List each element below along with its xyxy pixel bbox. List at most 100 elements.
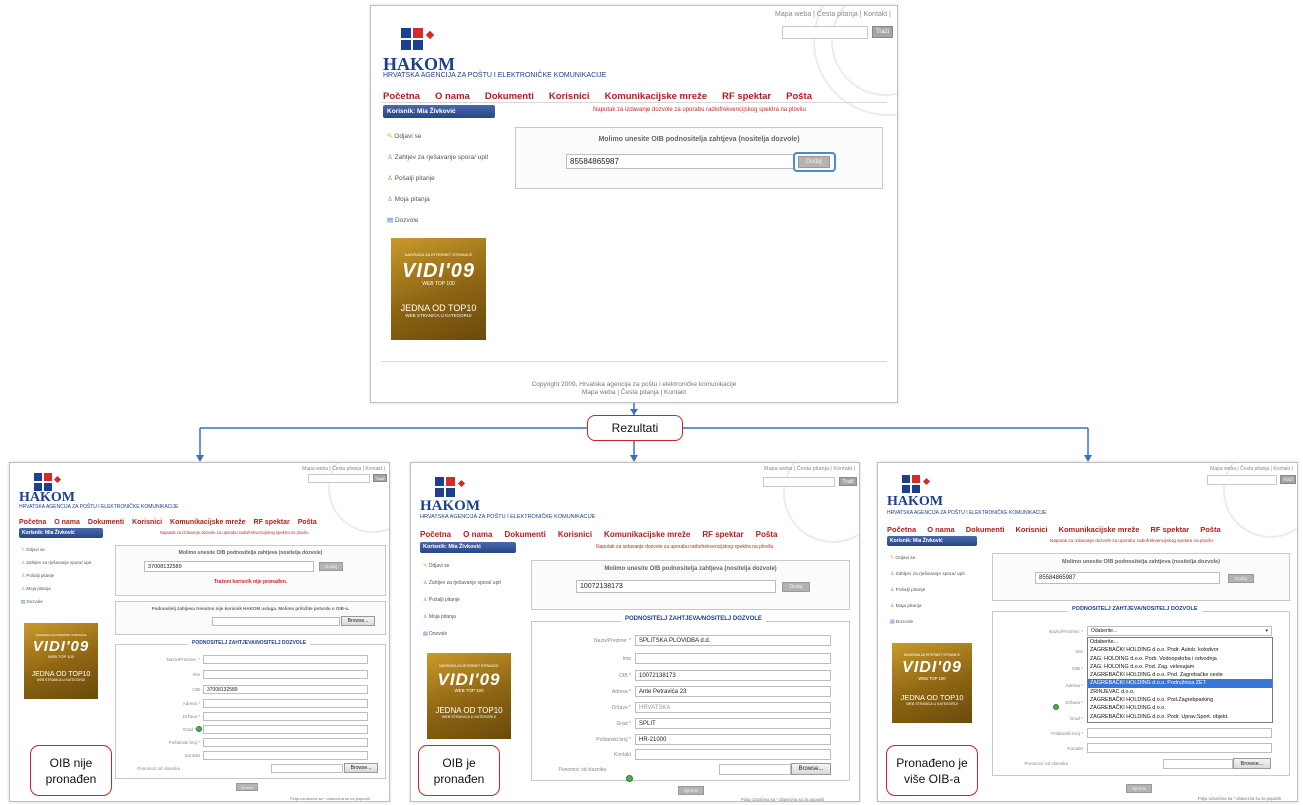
- sidebar-item-posalji[interactable]: ♙ Pošalji pitanje: [387, 168, 488, 189]
- nav-item-korisnici[interactable]: Korisnici: [558, 530, 592, 539]
- browse-button[interactable]: Browse...: [791, 763, 831, 775]
- oib-input[interactable]: 85584865987: [566, 154, 794, 169]
- contact-field[interactable]: [1087, 743, 1272, 753]
- nav-item-komunikacijske-mreze[interactable]: Komunikacijske mreže: [605, 91, 707, 102]
- nav-item-pocetna[interactable]: Početna: [887, 525, 916, 534]
- dropdown-option[interactable]: ZAG. HOLDING d.o.o. Podr. Vodoopskrba i …: [1088, 655, 1272, 663]
- oib-input[interactable]: 37008132589: [144, 561, 314, 572]
- address-field[interactable]: Ante Petravića 23: [635, 686, 831, 697]
- nav-item-dokumenti[interactable]: Dokumenti: [504, 530, 545, 539]
- nav-item-posta[interactable]: Pošta: [756, 530, 778, 539]
- oib-input[interactable]: 85584865987: [1035, 572, 1220, 584]
- nav-item-posta[interactable]: Pošta: [1200, 525, 1220, 534]
- nav-item-dokumenti[interactable]: Dokumenti: [485, 91, 534, 102]
- notice-link[interactable]: Naputak za izdavanje dozvole za uporabu …: [593, 107, 806, 113]
- sidebar-item-dozvole[interactable]: ▤ Dozvole: [387, 210, 488, 231]
- dropdown-option[interactable]: ZAGREBAČKI HOLDING d.o.o. Podr. Uprav.Sp…: [1088, 713, 1272, 721]
- power-of-attorney-file[interactable]: [271, 764, 343, 773]
- nav-item-rf-spektar[interactable]: RF spektar: [722, 91, 771, 102]
- nav-item-o-nama[interactable]: O nama: [927, 525, 955, 534]
- sidebar-item-odjavi[interactable]: ✎ Odjavi se: [387, 126, 488, 147]
- sidebar-item-moja-pitanja[interactable]: ♙ Moja pitanja: [21, 582, 91, 595]
- nav-item-o-nama[interactable]: O nama: [54, 519, 80, 526]
- oib-find-button[interactable]: Dodaj: [782, 582, 810, 592]
- nav-item-korisnici[interactable]: Korisnici: [549, 91, 590, 102]
- top-links[interactable]: Mapa weba | Česta pitanja | Kontakt |: [1210, 466, 1293, 472]
- sidebar-item-moja-pitanja[interactable]: ♙ Moja pitanja: [387, 189, 488, 210]
- country-select[interactable]: [203, 712, 368, 721]
- nav-item-komunikacijske-mreze[interactable]: Komunikacijske mreže: [1059, 525, 1140, 534]
- vidi-banner[interactable]: NAGRADA ZA INTERNET STRANICE VIDI'09 WEB…: [427, 653, 511, 739]
- nav-item-rf-spektar[interactable]: RF spektar: [702, 530, 743, 539]
- submit-button[interactable]: Spremi: [678, 786, 704, 795]
- name-field[interactable]: [203, 655, 368, 664]
- postal-field[interactable]: [203, 738, 368, 747]
- vidi-banner[interactable]: NAGRADA ZA INTERNET STRANICE VIDI'09 WEB…: [24, 623, 98, 699]
- oib-find-button[interactable]: Dodaj: [798, 156, 830, 168]
- add-icon[interactable]: [196, 726, 202, 732]
- contact-field[interactable]: [203, 751, 368, 760]
- file-input[interactable]: [212, 617, 340, 626]
- sidebar-item-dozvole[interactable]: ▤ Dozvole: [890, 615, 965, 631]
- nav-item-dokumenti[interactable]: Dokumenti: [88, 519, 124, 526]
- dropdown-option[interactable]: Odaberite...: [1088, 638, 1272, 646]
- notice-link[interactable]: Naputak za izdavanje dozvole za uporabu …: [160, 530, 309, 535]
- search-input[interactable]: [763, 477, 835, 487]
- submit-button[interactable]: Spremi: [1126, 784, 1152, 793]
- dropdown-option[interactable]: ZRINJEVAC d.o.o.: [1088, 688, 1272, 696]
- footer-links[interactable]: Mapa weba | Česta pitanja | Kontakt: [371, 389, 897, 396]
- power-of-attorney-file[interactable]: [1163, 759, 1233, 769]
- search-button[interactable]: Traži: [872, 26, 893, 38]
- top-links[interactable]: Mapa weba | Česta pitanja | Kontakt |: [302, 466, 385, 472]
- sidebar-item-zahtjev[interactable]: ♙ Zahtjev za rješavanje spora/ upit: [423, 575, 501, 592]
- browse-button[interactable]: Browse...: [344, 763, 378, 773]
- search-input[interactable]: [308, 474, 370, 483]
- nav-item-komunikacijske-mreze[interactable]: Komunikacijske mreže: [604, 530, 690, 539]
- sidebar-item-odjavi[interactable]: ✎ Odjavi se: [890, 551, 965, 567]
- sidebar-item-dozvole[interactable]: ▤ Dozvole: [423, 626, 501, 643]
- search-button[interactable]: Traži: [1280, 475, 1296, 484]
- dropdown-option[interactable]: ZAG. HOLDING d.o.o. Pod. Zag. velesajam: [1088, 663, 1272, 671]
- nav-item-korisnici[interactable]: Korisnici: [1015, 525, 1047, 534]
- sidebar-item-zahtjev[interactable]: ♙ Zahtjev za rješavanje spora/ upit: [890, 567, 965, 583]
- sidebar-item-posalji[interactable]: ♙ Pošalji pitanje: [423, 592, 501, 609]
- nav-item-pocetna[interactable]: Početna: [383, 91, 420, 102]
- city-field[interactable]: [203, 725, 368, 734]
- city-field[interactable]: SPLIT: [635, 718, 831, 729]
- sidebar-item-dozvole[interactable]: ▤ Dozvole: [21, 595, 91, 608]
- nav-item-rf-spektar[interactable]: RF spektar: [1150, 525, 1189, 534]
- search-input[interactable]: [1207, 475, 1277, 485]
- sidebar-item-odjavi[interactable]: ✎ Odjavi se: [423, 558, 501, 575]
- sidebar-item-posalji[interactable]: ♙ Pošalji pitanje: [21, 569, 91, 582]
- first-name-field[interactable]: [635, 653, 831, 664]
- vidi-banner[interactable]: NAGRADA ZA INTERNET STRANICE VIDI'09 WEB…: [892, 643, 972, 723]
- dropdown-option[interactable]: ZAGREBAČKI HOLDING d.o.o. Pod. Zagrebačk…: [1088, 671, 1272, 679]
- nav-item-korisnici[interactable]: Korisnici: [132, 519, 162, 526]
- nav-item-pocetna[interactable]: Početna: [19, 519, 46, 526]
- nav-item-rf-spektar[interactable]: RF spektar: [254, 519, 290, 526]
- notice-link[interactable]: Naputak za izdavanje dozvole za uporabu …: [596, 544, 773, 550]
- notice-link[interactable]: Naputak za izdavanje dozvole za uporabu …: [1050, 538, 1213, 543]
- oib-find-button[interactable]: Dodaj: [1228, 574, 1254, 583]
- browse-button[interactable]: Browse...: [341, 616, 375, 626]
- search-input[interactable]: [782, 26, 868, 39]
- dropdown-option[interactable]: ZAGREBAČKI HOLDING d.o.o. Pod.Zagrebpark…: [1088, 696, 1272, 704]
- name-field[interactable]: SPLITSKA PLOVIDBA d.d.: [635, 635, 831, 646]
- nav-item-o-nama[interactable]: O nama: [463, 530, 492, 539]
- dropdown-option[interactable]: ZAGREBAČKI HOLDING d.o.o. Podr. Autob. k…: [1088, 646, 1272, 654]
- nav-item-dokumenti[interactable]: Dokumenti: [966, 525, 1005, 534]
- nav-item-o-nama[interactable]: O nama: [435, 91, 470, 102]
- add-icon[interactable]: [626, 775, 633, 782]
- contact-field[interactable]: [635, 749, 831, 760]
- address-field[interactable]: [203, 699, 368, 708]
- power-of-attorney-file[interactable]: [719, 764, 791, 775]
- sidebar-item-posalji[interactable]: ♙ Pošalji pitanje: [890, 583, 965, 599]
- dropdown-option-selected[interactable]: ZAGREBAČKI HOLDING d.o.o. Podružnica ZET: [1088, 679, 1272, 688]
- top-links[interactable]: Mapa weba | Česta pitanja | Kontakt |: [764, 466, 855, 472]
- nav-item-posta[interactable]: Pošta: [298, 519, 317, 526]
- sidebar-item-moja-pitanja[interactable]: ♙ Moja pitanja: [423, 609, 501, 626]
- oib-find-button[interactable]: Dodaj: [319, 562, 343, 571]
- postal-field[interactable]: HR-21000: [635, 734, 831, 745]
- search-button[interactable]: Traži: [373, 474, 387, 482]
- sidebar-item-zahtjev[interactable]: ♙ Zahtjev za rješavanje spora/ upit: [387, 147, 488, 168]
